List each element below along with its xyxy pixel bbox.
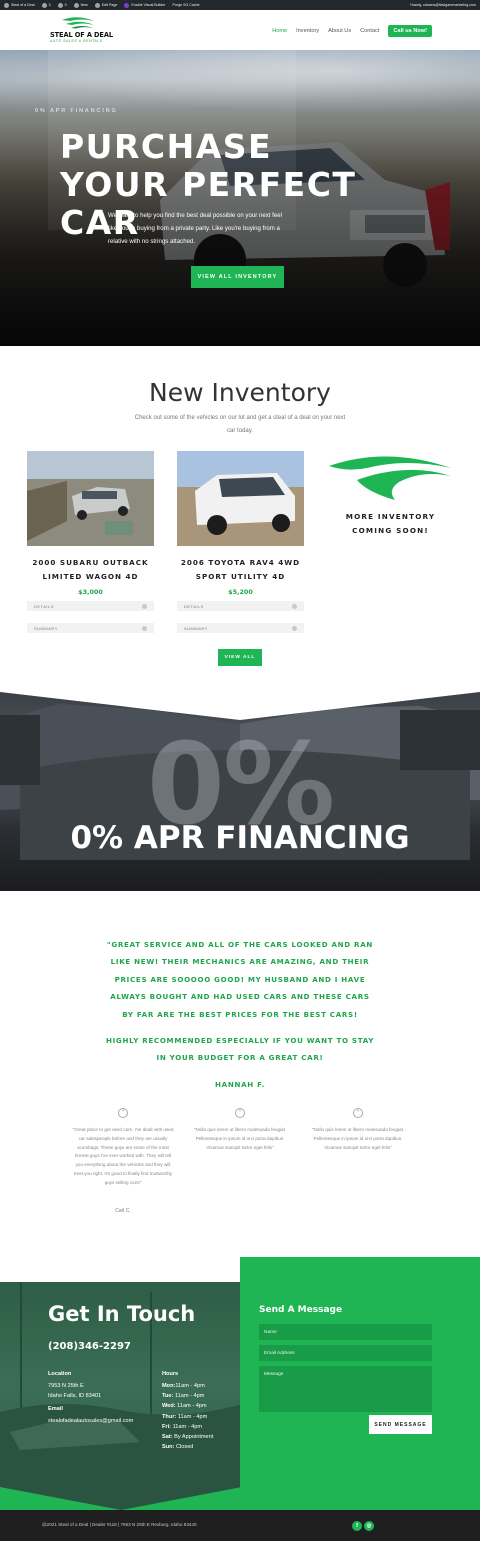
rav4-photo-image [177,451,304,546]
inventory-intro: Check out some of the vehicles on our lo… [134,415,346,434]
testimonial-text: "Nulla quis lorem ut libero malesuada fe… [193,1127,287,1150]
hours-row: Tue: 11am - 4pm [162,1393,205,1400]
name-field[interactable]: Name [259,1324,432,1340]
hours-row: Wed: 11am - 4pm [162,1403,207,1410]
admin-comments-link[interactable]: 0 [57,2,67,8]
swoosh-logo-icon [62,17,94,29]
testimonial-text: "Great place to get used cars. I've deal… [72,1127,174,1185]
email-field[interactable]: Email Address [259,1345,432,1361]
swoosh-logo-icon [329,456,451,500]
address-line-1: 7953 N 25th E [48,1383,84,1389]
contact-title: Get In Touch [48,1302,196,1326]
instagram-icon[interactable]: ◎ [364,1521,374,1531]
hero-eyebrow: 0% APR FINANCING [35,108,118,114]
nav-inventory[interactable]: Inventory [296,28,319,34]
coming-soon-card: MORE INVENTORY COMING SOON! [327,452,454,537]
plus-icon [292,625,297,631]
hours-row: Sat: By Appointment [162,1434,214,1441]
message-field[interactable]: Message [259,1366,432,1412]
vehicle-photo[interactable] [27,451,154,546]
quote-paragraph: HIGHLY RECOMMENDED ESPECIALLY IF YOU WAN… [105,1036,375,1063]
admin-site-link[interactable]: Steal of a Deal [4,2,35,8]
admin-purge-cache-link[interactable]: Purge SG Cache [172,3,199,7]
divi-icon [124,2,130,8]
pencil-icon [94,2,100,8]
comments-icon [57,2,63,8]
admin-account-link[interactable]: Howdy, cdowns@flavigaremarketing.com [410,0,476,10]
hours-list: Mon:11am - 4pm Tue: 11am - 4pm Wed: 11am… [162,1381,213,1452]
vehicle-photo[interactable] [177,451,304,546]
quote-icon: “ [118,1108,128,1118]
hours-row: Mon:11am - 4pm [162,1383,205,1389]
nav-contact[interactable]: Contact [360,28,379,34]
apr-label: 0% APR FINANCING [70,820,410,856]
footer-copyright: @2021 Steal of a Deal | Dealer #118 | 79… [42,1522,197,1527]
vehicle-card: 2006 TOYOTA RAV4 4WD SPORT UTILITY 4D $5… [177,451,304,633]
inventory-title: New Inventory [149,378,331,407]
call-us-button[interactable]: Call us Now! [388,25,432,37]
facebook-icon[interactable]: f [352,1521,362,1531]
quote-paragraph: "GREAT SERVICE AND ALL OF THE CARS LOOKE… [106,940,374,1019]
apr-top-notch [0,690,480,720]
testimonial: “ "Nulla quis lorem ut libero malesuada … [306,1108,410,1152]
nav-about-us[interactable]: About Us [328,28,351,34]
testimonial-author: Carl C. [115,1207,131,1214]
details-toggle[interactable]: DETAILS [177,601,304,611]
hours-row: Fri: 11am - 4pm [162,1423,203,1430]
testimonial: “ "Nulla quis lorem ut libero malesuada … [188,1108,292,1152]
email-label: Email [48,1406,63,1412]
vehicle-name[interactable]: 2000 SUBARU OUTBACK LIMITED WAGON 4D [27,556,154,583]
plus-icon [142,625,147,631]
site-footer: @2021 Steal of a Deal | Dealer #118 | 79… [0,1510,480,1541]
plus-icon [73,2,79,8]
contact-phone[interactable]: (208)346-2297 [48,1341,131,1352]
subaru-photo-image [27,451,154,546]
hero-description: We want to help you find the best deal p… [108,212,283,245]
coming-soon-text: MORE INVENTORY COMING SOON! [345,512,436,535]
apr-banner: 0% 0% APR FINANCING [0,690,480,891]
main-nav: Home Inventory About Us Contact Call us … [272,25,432,37]
site-logo[interactable]: STEAL OF A DEAL AUTO SALES & RENTALS [48,16,114,46]
admin-updates-link[interactable]: 3 [41,2,51,8]
summary-toggle[interactable]: SUMMARY [177,623,304,633]
hours-label: Hours [162,1371,179,1377]
admin-visual-builder-link[interactable]: Enable Visual Builder [124,2,165,8]
vehicle-name[interactable]: 2006 TOYOTA RAV4 4WD SPORT UTILITY 4D [177,556,304,583]
updates-icon [41,2,47,8]
admin-edit-link[interactable]: Edit Page [94,2,117,8]
plus-icon [142,603,147,609]
contact-email[interactable]: stealofadealautosales@gmail.com [48,1416,133,1426]
send-message-title: Send A Message [259,1305,343,1315]
view-all-inventory-button[interactable]: VIEW ALL INVENTORY [191,266,284,288]
admin-new-link[interactable]: New [73,2,88,8]
location-label: Location [48,1371,72,1377]
hours-row: Thur: 11am - 4pm [162,1413,208,1420]
vehicle-card: 2000 SUBARU OUTBACK LIMITED WAGON 4D $3,… [27,451,154,633]
site-header: STEAL OF A DEAL AUTO SALES & RENTALS Hom… [0,10,480,50]
wp-admin-bar: Steal of a Deal 3 0 New Edit Page Enable… [0,0,480,10]
vehicle-price: $3,000 [78,588,103,596]
address-line-2: Idaho Falls, ID 83401 [48,1393,102,1399]
testimonial-text: "Nulla quis lorem ut libero malesuada fe… [311,1127,405,1150]
vehicle-price: $5,200 [228,588,253,596]
plus-icon [292,603,297,609]
send-message-button[interactable]: SEND MESSAGE [369,1415,432,1434]
hours-row: Sun: Closed [162,1444,194,1451]
quote-icon: “ [235,1108,245,1118]
nav-home[interactable]: Home [272,28,287,34]
view-all-button[interactable]: VIEW ALL [218,649,262,666]
featured-testimonial: "GREAT SERVICE AND ALL OF THE CARS LOOKE… [104,936,376,1093]
brand-name: STEAL OF A DEAL [50,31,113,39]
quote-icon: “ [353,1108,363,1118]
hero-section: 0% APR FINANCING PURCHASE YOUR PERFECT C… [0,50,480,346]
brand-tagline: AUTO SALES & RENTALS [50,39,103,43]
details-toggle[interactable]: DETAILS [27,601,154,611]
quote-author: HANNAH F. [215,1079,265,1089]
summary-toggle[interactable]: SUMMARY [27,623,154,633]
wordpress-icon [4,2,9,8]
testimonial: “ "Great place to get used cars. I've de… [71,1108,175,1214]
